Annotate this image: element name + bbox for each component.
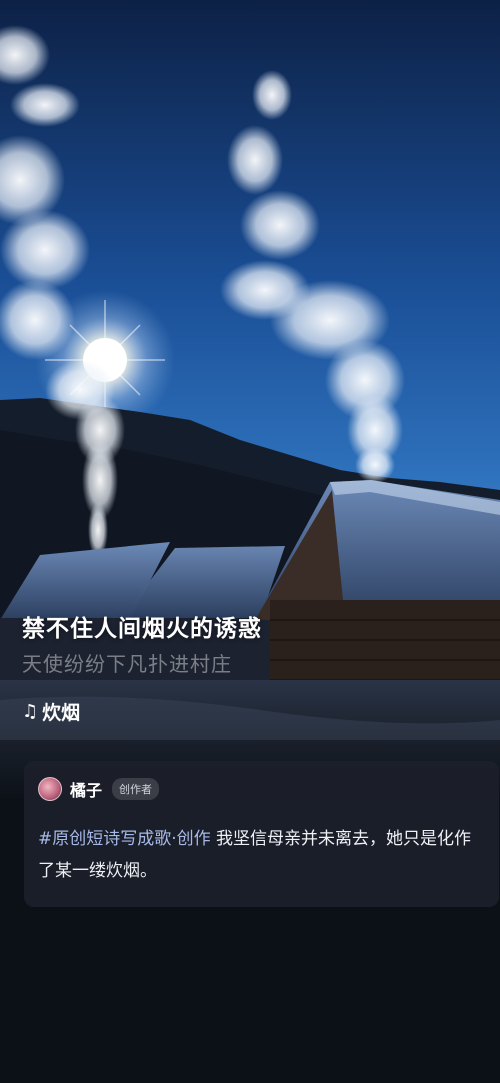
creator-post-card: 橘子 创作者 #原创短诗写成歌·创作 我坚信母亲并未离去，她只是化作了某一缕炊烟… xyxy=(24,761,499,907)
song-title: 炊烟 xyxy=(42,702,81,724)
next-lyric-line: 天使纷纷下凡扑进村庄 xyxy=(22,652,232,676)
song-title-link[interactable]: ♫ 炊烟 xyxy=(22,698,80,725)
avatar[interactable] xyxy=(38,777,62,801)
music-note-icon: ♫ xyxy=(22,701,39,722)
lyrics-area: 禁不住人间烟火的诱惑 天使纷纷下凡扑进村庄 xyxy=(22,612,482,680)
current-lyric-line: 禁不住人间烟火的诱惑 xyxy=(22,616,262,642)
hashtag-link[interactable]: #原创短诗写成歌·创作 xyxy=(38,829,211,849)
creator-badge: 创作者 xyxy=(112,778,160,800)
background-photo xyxy=(0,0,500,800)
author-name[interactable]: 橘子 xyxy=(70,777,102,801)
author-row[interactable]: 橘子 创作者 xyxy=(38,777,160,801)
post-text: #原创短诗写成歌·创作 我坚信母亲并未离去，她只是化作了某一缕炊烟。 xyxy=(38,823,478,887)
